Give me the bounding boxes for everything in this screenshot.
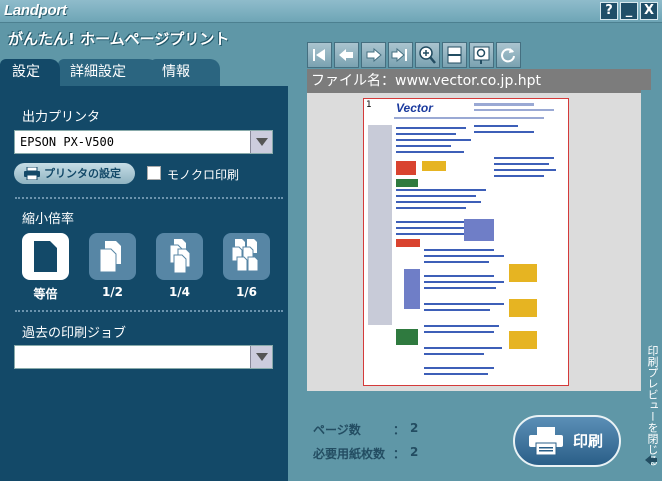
first-page-button[interactable] (307, 42, 332, 68)
last-page-icon (391, 47, 407, 63)
scale-option-1x[interactable] (22, 233, 69, 280)
printer-icon (529, 427, 563, 455)
next-page-button[interactable] (361, 42, 386, 68)
fit-page-icon (447, 46, 462, 64)
tab-bar: 詳細設定 情報 設定 (0, 59, 288, 86)
two-pages-icon (99, 241, 121, 273)
printer-section-label: 出力プリンタ (22, 110, 101, 125)
zoom-in-icon (419, 46, 436, 64)
landport-logo: Landport (4, 2, 67, 19)
printer-icon (24, 167, 40, 180)
print-preview[interactable]: 1 Vector (307, 93, 651, 391)
printer-select[interactable]: EPSON PX-V500 (14, 130, 273, 154)
six-pages-icon (231, 239, 259, 272)
preview-page: 1 Vector (363, 98, 569, 386)
next-page-icon (366, 47, 382, 63)
history-section-label: 過去の印刷ジョブ (22, 326, 127, 341)
sheet-count-value: 2 (410, 445, 419, 459)
scale-option-sixth[interactable] (223, 233, 270, 280)
page-count-colon: ： (393, 423, 406, 437)
zoom-tool-button[interactable] (469, 42, 494, 68)
fit-page-button[interactable] (442, 42, 467, 68)
single-page-icon (34, 241, 57, 272)
scale-label-half: 1/2 (101, 285, 124, 299)
minimize-button[interactable]: _ (620, 2, 638, 20)
close-preview-label[interactable]: 印刷プレビューを閉じる (645, 345, 659, 466)
help-button[interactable]: ? (600, 2, 618, 20)
zoom-tool-icon (473, 46, 490, 64)
scale-label-quarter: 1/4 (168, 285, 191, 299)
page-count-label: ページ数 (313, 423, 361, 437)
settings-panel: 出力プリンタ EPSON PX-V500 プリンタの設定 モノクロ印刷 縮小倍率… (0, 86, 288, 481)
scale-section-label: 縮小倍率 (22, 212, 75, 227)
sheet-count-label: 必要用紙枚数 (313, 447, 386, 461)
tab-settings[interactable]: 設定 (0, 59, 60, 86)
brand-bar: がんたん! ホームページプリント (0, 24, 288, 60)
divider (15, 197, 283, 199)
sheet-count-colon: ： (393, 447, 406, 461)
tab-info[interactable]: 情報 (150, 59, 220, 86)
close-button[interactable]: X (640, 2, 658, 20)
brand-title: がんたん! ホームページプリント (8, 30, 230, 48)
mono-print-label: モノクロ印刷 (167, 168, 240, 182)
arrow-left-icon[interactable] (644, 454, 658, 466)
printer-select-value: EPSON PX-V500 (20, 135, 114, 149)
tab-advanced-settings[interactable]: 詳細設定 (58, 59, 158, 86)
zoom-in-button[interactable] (415, 42, 440, 68)
title-bar: Landport ? _ X (0, 0, 662, 23)
print-button-label: 印刷 (573, 432, 604, 450)
scale-option-half[interactable] (89, 233, 136, 280)
chevron-down-icon[interactable] (250, 346, 272, 368)
refresh-button[interactable] (496, 42, 521, 68)
print-button[interactable]: 印刷 (513, 415, 621, 467)
scale-label-1x: 等倍 (33, 287, 58, 301)
refresh-icon (501, 48, 515, 63)
prev-page-button[interactable] (334, 42, 359, 68)
scale-label-sixth: 1/6 (235, 285, 258, 299)
page-thumbnail-content (368, 103, 556, 375)
four-pages-icon (169, 239, 191, 274)
scale-option-quarter[interactable] (156, 233, 203, 280)
divider (15, 310, 283, 312)
printer-settings-label: プリンタの設定 (44, 167, 121, 180)
page-count-value: 2 (410, 421, 419, 435)
first-page-icon (313, 49, 325, 61)
last-page-button[interactable] (388, 42, 413, 68)
print-history-select[interactable] (14, 345, 273, 369)
chevron-down-icon[interactable] (250, 131, 272, 153)
prev-page-icon (339, 49, 353, 61)
mono-print-checkbox[interactable] (147, 166, 161, 180)
filename-bar: ファイル名：www.vector.co.jp.hpt (307, 69, 651, 93)
printer-settings-button[interactable]: プリンタの設定 (14, 163, 135, 184)
